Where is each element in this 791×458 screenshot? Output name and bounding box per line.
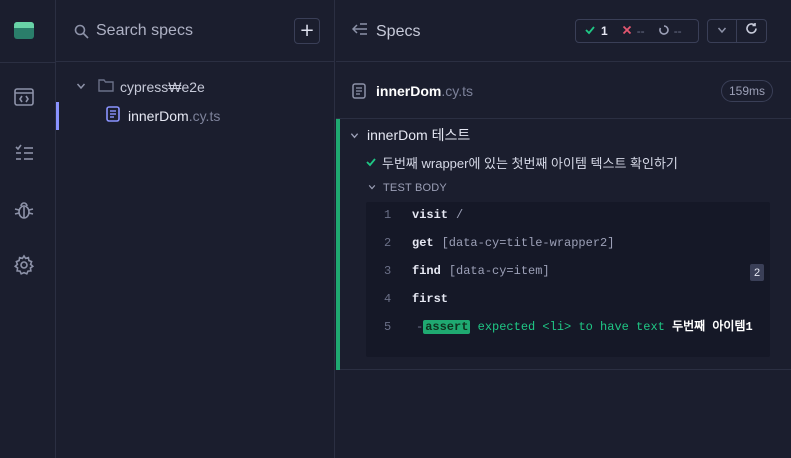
assert-badge: assert: [423, 320, 471, 334]
suite-block: innerDom 테스트 두번째 wrapper에 있는 첫번째 아이템 텍스트…: [336, 119, 791, 370]
folder-label: cypress₩e2e: [120, 79, 205, 95]
test-toggle[interactable]: 두번째 wrapper에 있는 첫번째 아이템 텍스트 확인하기: [366, 153, 678, 172]
refresh-icon: [745, 22, 758, 40]
x-icon: [622, 24, 632, 38]
command-name: find: [412, 264, 441, 278]
spec-file-ext: .cy.ts: [188, 108, 221, 124]
stat-passed: 1: [585, 24, 608, 38]
nav-specs-button[interactable]: [10, 141, 38, 169]
element-count-badge: 2: [750, 264, 765, 281]
command-number: 3: [384, 264, 392, 278]
pending-icon: [658, 24, 669, 38]
chevron-down-icon: [717, 22, 727, 40]
command-log: 1 visit / 2 get [data-cy=title-wrapper2]…: [366, 202, 770, 357]
command-message: [data-cy=item]: [448, 264, 550, 278]
pending-count: --: [673, 24, 682, 38]
chevron-down-icon: [350, 127, 359, 143]
command-row[interactable]: 1 visit /: [366, 208, 770, 222]
specs-toggle[interactable]: Specs: [351, 22, 421, 41]
folder-row[interactable]: cypress₩e2e: [56, 74, 335, 100]
bug-icon: [13, 199, 35, 226]
check-icon: [585, 24, 595, 38]
spec-title-name: innerDom: [376, 83, 442, 99]
active-indicator: [56, 102, 59, 130]
specs-pane: + cypress₩e2e innerDom.cy.ts: [56, 0, 335, 458]
reporter-pane: Specs 1 -- -- innerDom.cy.ts 159ms inner…: [336, 0, 791, 458]
test-title-text: 두번째 wrapper에 있는 첫번째 아이템 텍스트 확인하기: [382, 156, 678, 171]
suite-toggle[interactable]: innerDom 테스트: [350, 125, 470, 145]
nav-debug-button[interactable]: [10, 198, 38, 226]
folder-icon: [98, 78, 114, 97]
spec-title: innerDom.cy.ts: [376, 83, 473, 99]
spec-title-ext: .cy.ts: [441, 83, 473, 99]
chevron-down-icon: [368, 182, 376, 194]
assert-command[interactable]: - assert expected <li> to have text 두번째 아…: [416, 318, 766, 336]
command-row[interactable]: 3 find [data-cy=item] 2: [366, 264, 770, 281]
add-spec-button[interactable]: +: [294, 18, 320, 44]
search-specs-input[interactable]: [96, 18, 276, 44]
check-icon: [366, 155, 376, 170]
spec-file-name: innerDom: [128, 108, 189, 124]
assert-message: expected <li> to have text: [470, 320, 673, 334]
command-row[interactable]: 2 get [data-cy=title-wrapper2]: [366, 236, 770, 250]
command-number: 5: [384, 320, 392, 334]
document-icon: [352, 83, 366, 104]
chevron-down-icon: [76, 78, 86, 96]
stat-failed: --: [622, 24, 645, 38]
command-number: 4: [384, 292, 392, 306]
reporter-header: Specs 1 -- --: [336, 0, 791, 62]
left-nav: [0, 0, 56, 458]
command-name: get: [412, 236, 434, 250]
document-icon: [106, 105, 120, 127]
rerun-button[interactable]: [737, 19, 767, 43]
passed-count: 1: [601, 24, 608, 38]
command-message: [data-cy=title-wrapper2]: [441, 236, 615, 250]
nav-settings-button[interactable]: [10, 253, 38, 281]
test-body-label: TEST BODY: [383, 182, 447, 194]
stat-pending: --: [658, 24, 682, 38]
nav-runs-button[interactable]: [10, 85, 38, 113]
command-name: visit: [412, 208, 449, 222]
test-stats: 1 -- --: [575, 19, 699, 43]
nav-divider: [0, 62, 56, 63]
spec-header-row: innerDom.cy.ts 159ms: [336, 63, 791, 119]
command-name: first: [412, 292, 449, 306]
cypress-logo-icon[interactable]: [12, 18, 36, 42]
reporter-title: Specs: [376, 22, 421, 40]
suite-title-text: innerDom 테스트: [367, 127, 471, 143]
expand-menu-button[interactable]: [707, 19, 737, 43]
pass-indicator-bar: [336, 119, 340, 370]
command-row[interactable]: 4 first: [366, 292, 770, 306]
collapse-left-icon: [351, 22, 368, 41]
failed-count: --: [636, 24, 645, 38]
test-body-toggle[interactable]: TEST BODY: [368, 182, 447, 194]
command-message: /: [456, 208, 464, 222]
gear-icon: [13, 254, 35, 281]
spec-file-item[interactable]: innerDom .cy.ts: [56, 102, 335, 130]
duration-badge: 159ms: [721, 80, 774, 102]
command-number: 1: [384, 208, 392, 222]
command-number: 2: [384, 236, 392, 250]
code-window-icon: [13, 86, 35, 113]
search-row: +: [56, 0, 335, 62]
list-icon: [13, 142, 35, 169]
search-icon: [74, 24, 89, 44]
assert-expected-value: 두번째 아이템1: [672, 320, 753, 334]
